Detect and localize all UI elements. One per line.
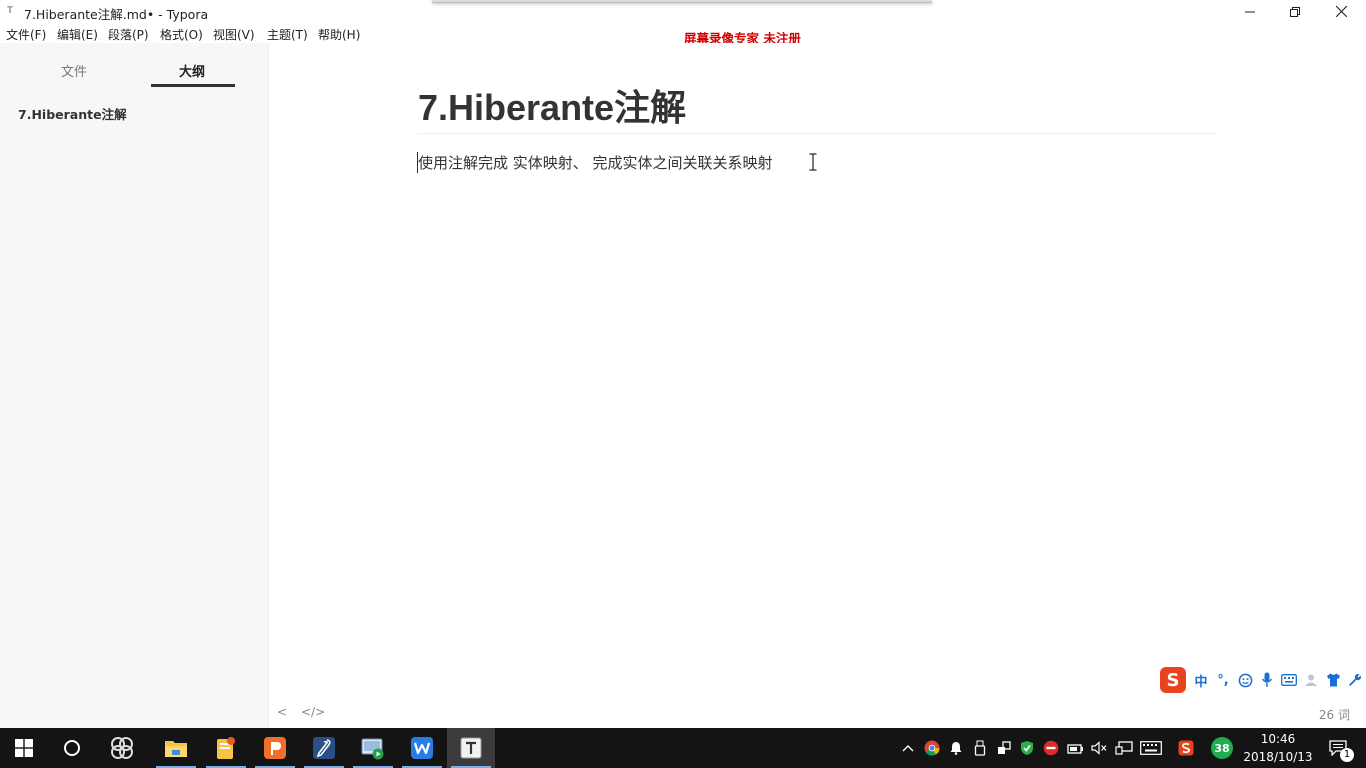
outline-item[interactable]: 7.Hiberante注解 — [18, 104, 127, 123]
taskbar-app-pinwheel[interactable] — [98, 728, 146, 768]
sogou-ime-icon — [1178, 740, 1194, 756]
usb-drive-icon — [974, 740, 986, 756]
chrome-icon — [924, 740, 940, 756]
windows-logo-icon — [15, 739, 33, 757]
sogou-logo-icon[interactable]: S — [1160, 667, 1186, 693]
editor[interactable]: 7.Hiberante注解 使用注解完成 实体映射、 完成实体之间关联关系映射 — [270, 43, 1366, 700]
minimize-icon — [1245, 11, 1255, 12]
editor-status-bar: < </> 26 词 — [270, 700, 1366, 728]
tab-files[interactable]: 文件 — [61, 61, 87, 80]
tray-blocker[interactable] — [1040, 728, 1062, 768]
source-code-mode-button[interactable]: </> — [301, 705, 325, 719]
word-count[interactable]: 26 词 — [1319, 706, 1350, 723]
sidebar: 文件 大纲 7.Hiberante注解 — [0, 43, 269, 728]
title-bar: T 7.Hiberante注解.md• - Typora — [0, 0, 1366, 23]
restore-button[interactable] — [1272, 0, 1318, 23]
start-button[interactable] — [0, 728, 48, 768]
system-clock[interactable]: 10:46 2018/10/13 — [1238, 730, 1318, 766]
performance-badge: 38 — [1211, 737, 1233, 759]
tray-volume[interactable] — [1088, 728, 1110, 768]
tray-performance-badge[interactable]: 38 — [1208, 728, 1236, 768]
notification-count-badge: 1 — [1340, 748, 1354, 762]
keyboard-icon — [1140, 741, 1162, 755]
tray-overflow-button[interactable] — [898, 728, 918, 768]
menu-paragraph[interactable]: 段落(P) — [108, 26, 149, 43]
close-icon — [1335, 6, 1347, 17]
chevron-up-icon — [902, 745, 914, 752]
wrench-icon[interactable] — [1344, 669, 1366, 691]
window-title: 7.Hiberante注解.md• - Typora — [24, 7, 209, 22]
menu-view[interactable]: 视图(V) — [213, 26, 255, 43]
shield-icon — [1021, 741, 1033, 755]
cortana-circle-icon — [64, 740, 80, 756]
menu-bar: 文件(F) 编辑(E) 段落(P) 格式(O) 视图(V) 主题(T) 帮助(H… — [0, 23, 1366, 43]
tab-outline[interactable]: 大纲 — [179, 61, 205, 80]
menu-help[interactable]: 帮助(H) — [318, 26, 360, 43]
document-heading[interactable]: 7.Hiberante注解 — [418, 79, 686, 131]
minimize-button[interactable] — [1227, 0, 1273, 23]
floating-overlay-bar — [432, 0, 932, 3]
presentation-app-icon — [264, 737, 286, 759]
close-button[interactable] — [1318, 0, 1364, 23]
bell-icon — [950, 742, 962, 755]
typora-icon — [460, 737, 482, 759]
tray-network[interactable] — [1112, 728, 1136, 768]
taskbar: 38 10:46 2018/10/13 1 — [0, 728, 1366, 768]
keyboard-icon[interactable] — [1278, 669, 1300, 691]
menu-theme[interactable]: 主题(T) — [267, 26, 308, 43]
user-icon[interactable] — [1300, 669, 1322, 691]
volume-muted-icon — [1091, 741, 1107, 755]
power-plug-icon — [1067, 744, 1083, 754]
ime-mode-toggle[interactable]: 中 — [1190, 669, 1212, 691]
ime-toolbar: S 中 °, — [1160, 666, 1366, 694]
taskbar-app-screen-recorder[interactable] — [349, 728, 397, 768]
ime-punctuation-toggle[interactable]: °, — [1212, 669, 1234, 691]
taskbar-app-file-explorer[interactable] — [152, 728, 200, 768]
tray-bell[interactable] — [945, 728, 967, 768]
tray-battery[interactable] — [1064, 728, 1086, 768]
taskbar-app-typora[interactable] — [447, 728, 495, 768]
pinwheel-app-icon — [111, 737, 133, 759]
taskbar-app-presentation[interactable] — [251, 728, 299, 768]
ethernet-monitor-icon — [1115, 741, 1133, 755]
heading-divider — [418, 133, 1218, 134]
menu-format[interactable]: 格式(O) — [160, 26, 203, 43]
toggle-sidebar-button[interactable]: < — [277, 705, 287, 719]
microphone-icon[interactable] — [1256, 669, 1278, 691]
cortana-button[interactable] — [48, 728, 96, 768]
no-entry-icon — [1043, 740, 1059, 756]
tray-chrome[interactable] — [921, 728, 943, 768]
skin-shirt-icon[interactable] — [1322, 669, 1344, 691]
taskbar-app-pen[interactable] — [300, 728, 348, 768]
tray-touch-keyboard[interactable] — [1138, 728, 1164, 768]
emoji-icon[interactable] — [1234, 669, 1256, 691]
tray-usb[interactable] — [969, 728, 991, 768]
tray-security[interactable] — [1016, 728, 1038, 768]
taskbar-app-notes[interactable] — [202, 728, 250, 768]
pen-app-icon — [313, 737, 335, 759]
screen-recorder-icon — [361, 738, 384, 760]
tray-network-drive[interactable] — [993, 728, 1015, 768]
action-center-button[interactable] — [1318, 728, 1358, 768]
tray-sogou-ime[interactable] — [1174, 728, 1198, 768]
ibeam-cursor-icon — [809, 153, 817, 171]
note-app-icon — [217, 737, 235, 759]
wps-writer-icon — [411, 737, 433, 759]
restore-icon — [1290, 6, 1300, 17]
document-paragraph[interactable]: 使用注解完成 实体映射、 完成实体之间关联关系映射 — [418, 152, 773, 173]
clock-time: 10:46 — [1260, 732, 1296, 746]
network-drive-icon — [998, 741, 1011, 754]
active-tab-indicator — [151, 84, 235, 87]
typora-app-icon: T — [7, 6, 13, 16]
folder-icon — [165, 741, 187, 757]
menu-edit[interactable]: 编辑(E) — [57, 26, 98, 43]
menu-file[interactable]: 文件(F) — [6, 26, 46, 43]
taskbar-app-wps-writer[interactable] — [398, 728, 446, 768]
clock-date: 2018/10/13 — [1243, 750, 1313, 764]
